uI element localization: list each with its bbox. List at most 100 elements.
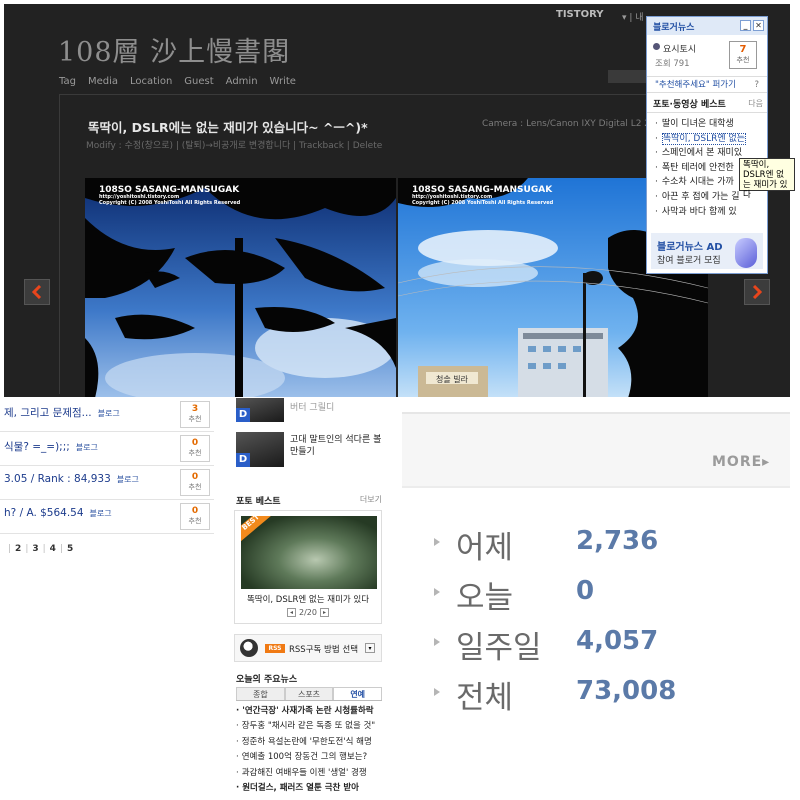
- post-title[interactable]: 똑딱이, DSLR에는 없는 재미가 있습니다~ ^ㅡ^)*: [88, 117, 368, 136]
- table-row[interactable]: 3.05 / Rank : 84,933 블로그 0 추천: [0, 466, 214, 500]
- bullet-icon: [434, 588, 440, 596]
- ad-banner[interactable]: 블로거뉴스 AD 참여 블로거 모집: [651, 233, 763, 269]
- row-text: 제, 그리고 문제점...: [4, 407, 92, 419]
- best-next-link[interactable]: 다음: [748, 98, 763, 109]
- counter-label: 일주일: [456, 630, 542, 666]
- nav-admin[interactable]: Admin: [226, 76, 258, 87]
- minimize-button[interactable]: _: [740, 20, 751, 31]
- today-news-title: 오늘의 주요뉴스: [236, 675, 298, 685]
- more-button[interactable]: MORE▸: [712, 454, 770, 470]
- prev-photo-button[interactable]: [24, 279, 50, 305]
- blog-title[interactable]: 108層 沙上慢書閣: [58, 30, 290, 69]
- blognews-widget: 블로거뉴스 _ ✕ 요시토시 조회 791 7 추천 "추천해주세요" 퍼가기 …: [646, 16, 768, 274]
- headline-item[interactable]: 연예출 100억 장동건 그의 행보는?: [236, 750, 375, 765]
- nav-guest[interactable]: Guest: [184, 76, 213, 87]
- news-item-title[interactable]: 고대 말트인의 석다른 볼 만들기: [290, 434, 381, 458]
- rss-icon: RSS: [265, 644, 285, 653]
- forest-path-photo[interactable]: BEST: [241, 516, 377, 589]
- post-photo-1[interactable]: 108SO SASANG-MANSUGAK http://yoshitoshi.…: [85, 178, 396, 397]
- row-tag[interactable]: 블로그: [98, 409, 120, 418]
- news-item-title[interactable]: 버터 그릴디: [290, 402, 334, 414]
- nav-tag[interactable]: Tag: [59, 76, 76, 87]
- headline-item[interactable]: 원더걸스, 패러즈 열툰 극찬 받아: [236, 781, 375, 796]
- prev-arrow-icon[interactable]: ◂: [287, 608, 297, 617]
- page-link[interactable]: 5: [67, 544, 73, 554]
- table-row[interactable]: 제, 그리고 문제점... 블로그 3 추천: [0, 398, 214, 432]
- help-icon[interactable]: ?: [754, 77, 759, 93]
- row-tag[interactable]: 블로그: [76, 443, 98, 452]
- photo-best-header: 포토 베스트 더보기: [236, 494, 382, 507]
- news-thumbnail[interactable]: D: [236, 432, 284, 467]
- avatar: [240, 639, 258, 657]
- next-arrow-icon[interactable]: ▸: [319, 608, 329, 617]
- page-link[interactable]: 4: [50, 544, 56, 554]
- recommend-button[interactable]: 7 추천: [729, 41, 757, 69]
- tab-general[interactable]: 종합: [236, 687, 285, 700]
- table-row[interactable]: h? / A. $564.54 블로그 0 추천: [0, 500, 214, 534]
- row-text: 식물? =_=);;;: [4, 441, 70, 453]
- list-item[interactable]: 사막과 바다 함께 있: [655, 205, 767, 220]
- next-photo-button[interactable]: [744, 279, 770, 305]
- recommend-label: 추천: [188, 483, 202, 491]
- photo-caption[interactable]: 똑딱이, DSLR엔 없는 재미가 있다: [235, 593, 381, 605]
- headline-item[interactable]: 장두홍 "채시라 같은 독종 또 없을 것": [236, 719, 376, 734]
- headline-item[interactable]: 정준하 욕설논란에 '무한도전'식 해명: [236, 735, 375, 750]
- suggest-row: "추천해주세요" 퍼가기 ?: [647, 77, 767, 93]
- nav-location[interactable]: Location: [130, 76, 172, 87]
- pager-separator: |: [59, 544, 63, 554]
- headline-item[interactable]: '연간극장' 사재가족 논란 시청률하락: [236, 704, 375, 719]
- nav-media[interactable]: Media: [88, 76, 118, 87]
- recommend-count: 0: [191, 472, 199, 482]
- table-row[interactable]: 식물? =_=);;; 블로그 0 추천: [0, 432, 214, 466]
- ad-title: 블로거뉴스 AD: [657, 242, 723, 253]
- news-tabs: 종합 스포츠 연예: [236, 687, 383, 701]
- counter-value: 2,736: [576, 526, 659, 556]
- list-item-label: 아끈 후 접에 가는 길: [661, 191, 740, 202]
- row-tag[interactable]: 블로그: [117, 475, 139, 484]
- photo-best-more-link[interactable]: 더보기: [360, 494, 382, 505]
- widget-username[interactable]: 요시토시: [663, 42, 696, 55]
- post-meta-links[interactable]: Modify : 수정(창으로) | (탈퇴)→비공개로 변경합니다 | Tra…: [86, 138, 382, 151]
- list-item-selected[interactable]: 똑딱이, DSLR엔 없는: [655, 132, 767, 147]
- building-sign: 청솔 빌라: [436, 374, 469, 384]
- pager-separator: |: [8, 544, 12, 554]
- page-link[interactable]: 3: [32, 544, 38, 554]
- nav-write[interactable]: Write: [270, 76, 296, 87]
- suggest-link[interactable]: "추천해주세요" 퍼가기: [655, 80, 736, 90]
- row-title[interactable]: 제, 그리고 문제점... 블로그: [4, 405, 120, 420]
- tab-sports[interactable]: 스포츠: [284, 687, 334, 700]
- row-title[interactable]: h? / A. $564.54 블로그: [4, 507, 112, 519]
- list-item[interactable]: 딸이 디녀온 대학생: [655, 117, 767, 132]
- recommend-button[interactable]: 3 추천: [180, 401, 210, 428]
- widget-header: 블로거뉴스 _ ✕: [647, 17, 767, 35]
- recommend-button[interactable]: 0 추천: [180, 469, 210, 496]
- close-button[interactable]: ✕: [753, 20, 764, 31]
- tistory-logo[interactable]: TISTORY: [556, 9, 603, 20]
- rss-select[interactable]: RSS RSS구독 방법 선택 ▾: [234, 634, 382, 662]
- rss-label: RSS구독 방법 선택: [289, 645, 359, 655]
- tab-entertainment[interactable]: 연예: [333, 687, 383, 700]
- page-link[interactable]: 2: [15, 544, 21, 554]
- recommend-count: 0: [191, 506, 199, 516]
- chevron-down-icon[interactable]: ▾: [365, 643, 375, 653]
- mouse-icon: [735, 238, 757, 268]
- row-title[interactable]: 식물? =_=);;; 블로그: [4, 439, 98, 454]
- recommend-button[interactable]: 0 추천: [180, 503, 210, 530]
- tistory-menu[interactable]: ▾ | 내: [622, 10, 644, 23]
- photo-best-title: 포토 베스트: [236, 497, 281, 507]
- bullet-icon: [434, 688, 440, 696]
- row-title[interactable]: 3.05 / Rank : 84,933 블로그: [4, 473, 139, 485]
- recommend-label: 추천: [188, 415, 202, 423]
- blog-search-input[interactable]: [608, 70, 648, 83]
- photo-watermark-1: 108SO SASANG-MANSUGAK http://yoshitoshi.…: [99, 185, 240, 206]
- recommend-button[interactable]: 0 추천: [180, 435, 210, 462]
- recommend-label: 추천: [188, 449, 202, 457]
- pine-tree-photo: [85, 178, 396, 397]
- photo-best-card: BEST 똑딱이, DSLR엔 없는 재미가 있다 ◂ 2/20 ▸: [234, 510, 382, 624]
- news-thumbnail[interactable]: D: [236, 398, 284, 422]
- row-text: 3.05 / Rank : 84,933: [4, 473, 111, 485]
- daum-icon: D: [236, 408, 250, 422]
- row-tag[interactable]: 블로그: [90, 509, 112, 518]
- headline-item[interactable]: 과감해진 여배우들 이젠 '생얼' 경쟁: [236, 766, 375, 781]
- list-item-label: 딸이 디녀온 대학생: [661, 119, 734, 129]
